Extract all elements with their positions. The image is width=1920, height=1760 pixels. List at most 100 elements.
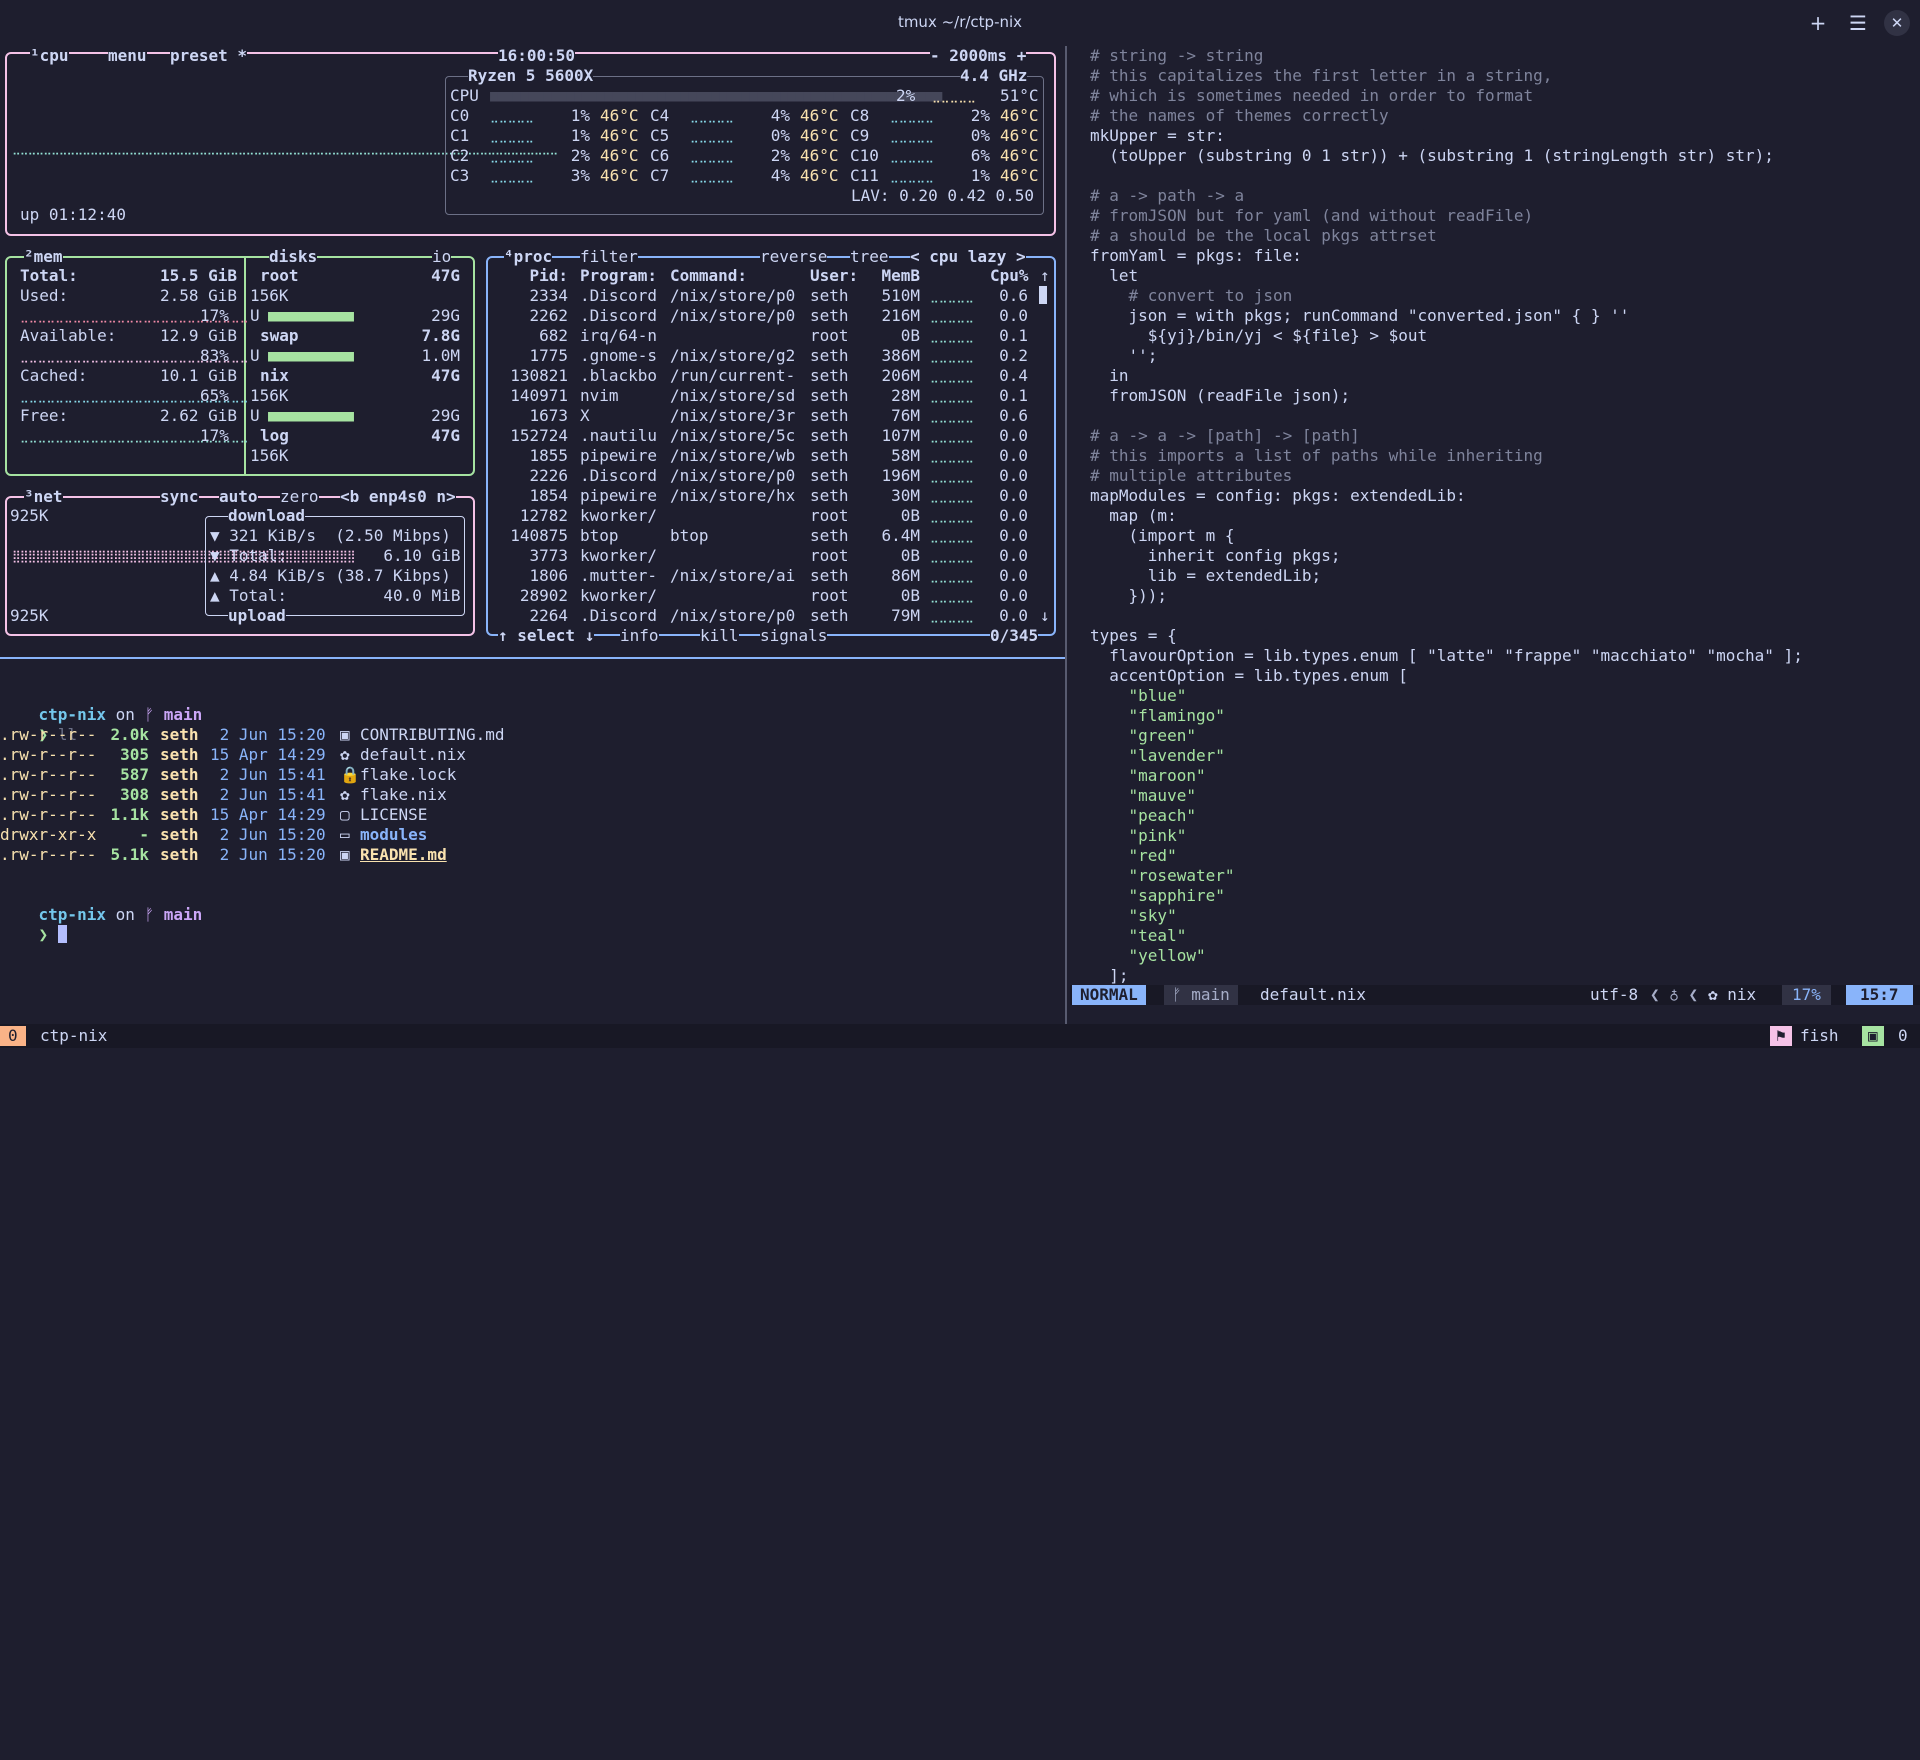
scroll-up-icon[interactable]: ↑: [1040, 266, 1050, 286]
footer-kill[interactable]: kill: [700, 626, 739, 646]
proc-cpu: 0.0: [999, 526, 1028, 545]
code-line: types = {: [1090, 626, 1177, 645]
proc-cpu: 0.0: [999, 566, 1028, 585]
pane-divider-horizontal[interactable]: [0, 657, 1065, 659]
proc-pid: 2226: [529, 466, 568, 485]
footer-info[interactable]: info: [620, 626, 659, 646]
title-bar: tmux ~/r/ctp-nix + ☰ ✕: [0, 0, 1920, 46]
proc-cpu: 0.0: [999, 606, 1028, 625]
net-scale-top: 925K: [10, 506, 49, 525]
file-date: 15 Apr 14:29: [210, 805, 326, 824]
proc-header-command[interactable]: Command:: [670, 266, 747, 286]
proc-cpu-graph: ⣀⣀⣀⣀⣀: [930, 549, 974, 563]
sort-selector[interactable]: < cpu lazy >: [910, 247, 1026, 267]
mem-value: 12.9 GiB: [160, 326, 238, 345]
proc-pid: 140971: [510, 386, 568, 405]
tab-preset[interactable]: preset *: [170, 46, 248, 66]
file-name[interactable]: CONTRIBUTING.md: [360, 725, 505, 745]
tab-menu[interactable]: menu: [108, 46, 147, 66]
proc-user: seth: [810, 346, 849, 365]
proc-cpu-graph: ⣀⣀⣀⣀⣀: [930, 289, 974, 303]
file-name[interactable]: default.nix: [360, 745, 466, 765]
cpu-total-temp: 51°C: [1000, 86, 1039, 105]
file-size: 5.1k: [110, 845, 149, 864]
proc-cpu-graph: ⣀⣀⣀⣀⣀: [930, 429, 974, 443]
core-percent: 1%: [570, 106, 590, 125]
proc-mem: 0B: [900, 586, 920, 605]
core-label: C6: [650, 146, 670, 165]
tab-io[interactable]: io: [432, 247, 452, 267]
code-line: "yellow": [1090, 946, 1206, 965]
proc-header-program[interactable]: Program:: [580, 266, 657, 286]
tab-zero[interactable]: zero: [280, 487, 319, 507]
session-name[interactable]: ctp-nix: [40, 1026, 107, 1046]
proc-header-mem[interactable]: MemB: [875, 266, 920, 286]
proc-command: /nix/store/p0: [670, 606, 796, 625]
active-prompt[interactable]: ❯: [0, 905, 67, 965]
file-name[interactable]: flake.lock: [360, 765, 456, 785]
proc-program: irq/64-n: [580, 326, 658, 345]
tab-proc[interactable]: ⁴proc: [504, 247, 553, 267]
file-name[interactable]: README.md: [360, 845, 447, 865]
proc-program: .Discord: [580, 466, 658, 485]
proc-header-user[interactable]: User:: [810, 266, 858, 286]
proc-header-pid[interactable]: Pid:: [498, 266, 568, 286]
disk-usage-label: U: [250, 306, 260, 325]
proc-program: X: [580, 406, 590, 425]
proc-cpu: 0.0: [999, 466, 1028, 485]
scroll-down-icon[interactable]: ↓: [1040, 606, 1050, 626]
core-percent: 2%: [770, 146, 790, 165]
footer-signals[interactable]: signals: [760, 626, 828, 646]
tab-sync[interactable]: sync: [160, 487, 199, 507]
upload-title: upload: [228, 606, 286, 626]
core-temp: 46°C: [1000, 146, 1039, 165]
mode-indicator: NORMAL: [1072, 985, 1146, 1005]
tab-tree[interactable]: tree: [850, 247, 889, 267]
proc-scrollbar[interactable]: [1039, 286, 1047, 304]
tab-filter[interactable]: filter: [580, 247, 638, 267]
uptime: up 01:12:40: [20, 205, 126, 224]
tab-reverse[interactable]: reverse: [760, 247, 828, 267]
new-tab-button[interactable]: +: [1805, 10, 1831, 36]
shell-pane[interactable]: ctp-nix on ᚠ main ❯ ll .rw-r--r-- 2.0k set…: [0, 705, 1920, 1680]
core-graph: ⣀⣀⣀⣀⣀: [490, 149, 534, 163]
disk-name: root: [260, 266, 299, 285]
proc-cpu-graph: ⣀⣀⣀⣀⣀: [930, 449, 974, 463]
code-line: "lavender": [1090, 746, 1225, 765]
window-index[interactable]: 0: [1898, 1026, 1908, 1046]
editor-pane[interactable]: # string -> string # this capitalizes the…: [0, 46, 1920, 1760]
file-name[interactable]: flake.nix: [360, 785, 447, 805]
core-graph: ⣀⣀⣀⣀⣀: [690, 129, 734, 143]
core-percent: 4%: [770, 166, 790, 185]
code-line: # a -> path -> a: [1090, 186, 1245, 205]
pane-divider-vertical[interactable]: [1065, 46, 1067, 1024]
proc-mem: 28M: [891, 386, 920, 405]
file-name[interactable]: LICENSE: [360, 805, 427, 825]
file-size: 2.0k: [110, 725, 149, 744]
tab-cpu[interactable]: ¹cpu: [30, 46, 69, 66]
menu-button[interactable]: ☰: [1845, 10, 1871, 36]
core-temp: 46°C: [800, 166, 839, 185]
session-index: 0: [0, 1026, 26, 1046]
close-button[interactable]: ✕: [1884, 10, 1910, 36]
tab-auto[interactable]: auto: [219, 487, 258, 507]
download-total: ▼ Total: 6.10 GiB: [210, 546, 461, 565]
code-line: "blue": [1090, 686, 1187, 705]
proc-user: root: [810, 546, 849, 565]
download-rate: ▼ 321 KiB/s (2.50 Mibps): [210, 526, 451, 545]
interface-select[interactable]: <b enp4s0 n>: [340, 487, 456, 507]
git-branch-status: ᚠ main: [1164, 985, 1238, 1005]
file-name[interactable]: modules: [360, 825, 427, 845]
proc-command: /nix/store/p0: [670, 306, 796, 325]
code-line: ];: [1090, 966, 1129, 985]
tab-disks[interactable]: disks: [269, 247, 318, 267]
prompt-branch: main: [163, 705, 203, 724]
proc-program: .blackbo: [580, 366, 658, 385]
update-interval[interactable]: - 2000ms +: [930, 46, 1027, 66]
footer-select[interactable]: ↑ select ↓: [498, 626, 595, 646]
tab-mem[interactable]: ²mem: [24, 247, 63, 267]
disk-size: 47G: [431, 426, 460, 445]
file-icon: ▣: [340, 725, 350, 744]
proc-header-cpu[interactable]: Cpu%: [990, 266, 1029, 286]
tab-net[interactable]: ³net: [24, 487, 63, 507]
